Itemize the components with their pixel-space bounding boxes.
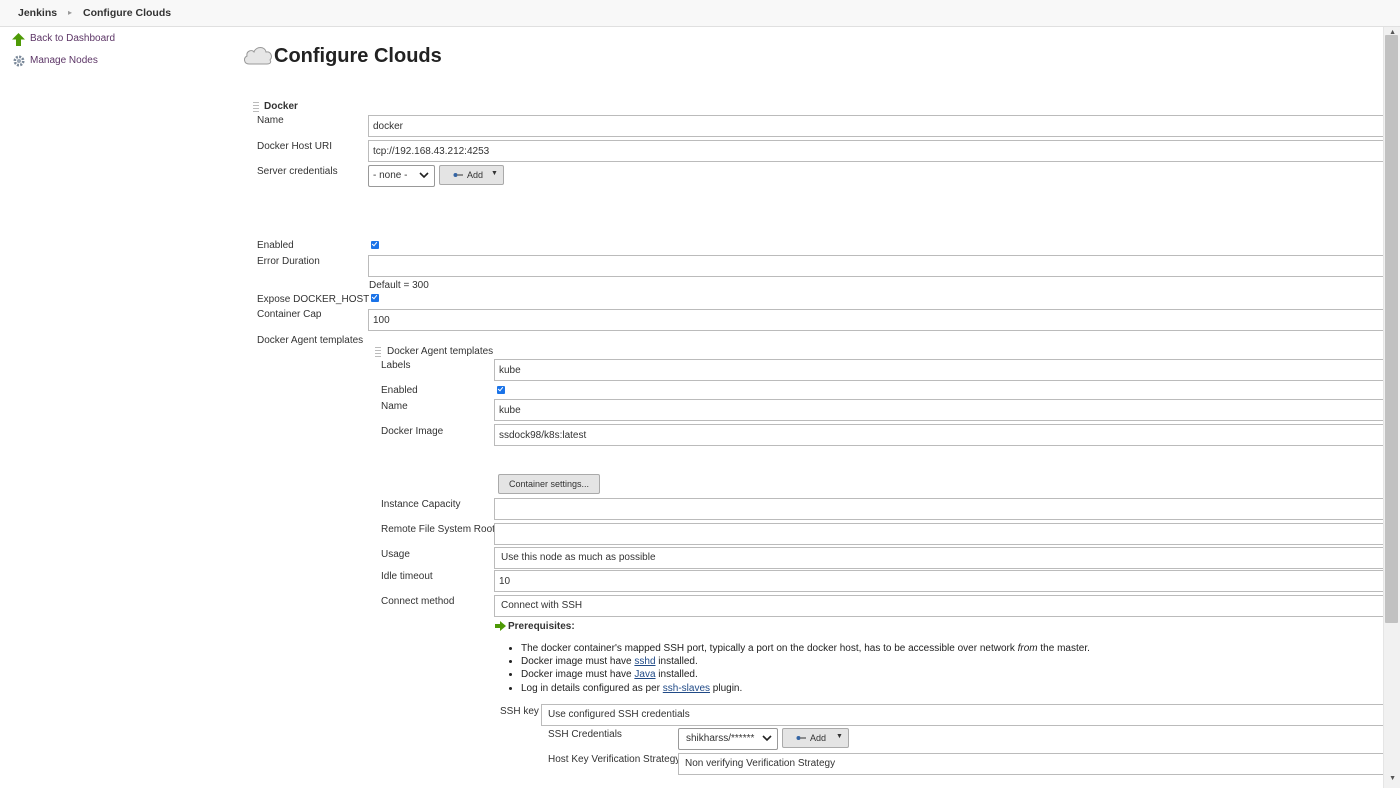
- connect-method-value: Connect with SSH: [501, 600, 583, 611]
- cloud-icon: [244, 47, 272, 65]
- prerequisites-list: The docker container's mapped SSH port, …: [495, 642, 1090, 695]
- template-enabled-checkbox[interactable]: [497, 386, 505, 394]
- error-duration-label: Error Duration: [257, 256, 320, 267]
- ssh-credentials-label: SSH Credentials: [548, 729, 622, 740]
- arrow-right-icon: [495, 621, 506, 631]
- enabled-label: Enabled: [257, 240, 294, 251]
- connect-method-label: Connect method: [381, 596, 455, 607]
- docker-name-input[interactable]: [368, 115, 1384, 137]
- caret-down-icon: ▼: [491, 170, 498, 177]
- ssh-key-value: Use configured SSH credentials: [548, 709, 690, 720]
- list-item: The docker container's mapped SSH port, …: [521, 642, 1090, 655]
- docker-image-input[interactable]: [494, 424, 1384, 446]
- template-name-label: Name: [381, 401, 408, 412]
- idle-timeout-label: Idle timeout: [381, 571, 433, 582]
- scroll-down-icon[interactable]: ▼: [1389, 775, 1396, 782]
- docker-host-uri-input[interactable]: [368, 140, 1384, 162]
- caret-down-icon: ▼: [836, 733, 843, 740]
- server-credentials-label: Server credentials: [257, 166, 338, 177]
- container-cap-label: Container Cap: [257, 309, 322, 320]
- host-key-strategy-label: Host Key Verification Strategy: [548, 754, 681, 765]
- ssh-credentials-value: shikharss/******: [686, 733, 755, 744]
- sshd-link[interactable]: sshd: [634, 656, 655, 667]
- remote-fs-root-label: Remote File System Root: [381, 524, 495, 535]
- sidebar-item-back-to-dashboard[interactable]: Back to Dashboard: [30, 33, 115, 44]
- chevron-down-icon: [419, 172, 429, 179]
- docker-host-uri-label: Docker Host URI: [257, 141, 333, 152]
- add-label: Add: [467, 170, 484, 180]
- container-cap-input[interactable]: [368, 309, 1384, 331]
- drag-handle[interactable]: [253, 102, 259, 113]
- list-item: Log in details configured as per ssh-sla…: [521, 682, 1090, 695]
- server-credentials-select[interactable]: - none -: [368, 165, 435, 187]
- add-server-credentials-button[interactable]: Add ▼: [439, 165, 504, 185]
- up-arrow-icon[interactable]: [12, 33, 25, 46]
- remote-fs-root-input[interactable]: [494, 523, 1384, 545]
- sidebar-item-manage-nodes[interactable]: Manage Nodes: [30, 55, 98, 66]
- name-label: Name: [257, 115, 284, 126]
- breadcrumb: Jenkins ▸ Configure Clouds: [0, 0, 1400, 27]
- add-ssh-credentials-button[interactable]: Add ▼: [782, 728, 849, 748]
- host-key-strategy-value: Non verifying Verification Strategy: [685, 758, 836, 769]
- ssh-credentials-select[interactable]: shikharss/******: [678, 728, 778, 750]
- error-duration-default: Default = 300: [369, 280, 429, 291]
- prerequisites-title: Prerequisites:: [508, 621, 575, 632]
- java-link[interactable]: Java: [634, 669, 655, 680]
- list-item: Docker image must have Java installed.: [521, 668, 1090, 681]
- idle-timeout-input[interactable]: [494, 570, 1384, 592]
- key-icon: [796, 736, 806, 740]
- docker-agent-templates-label: Docker Agent templates: [257, 335, 364, 346]
- connect-method-select[interactable]: Connect with SSH: [494, 595, 1384, 617]
- server-credentials-value: - none -: [373, 170, 408, 181]
- scroll-up-icon[interactable]: ▲: [1389, 29, 1396, 36]
- container-settings-button[interactable]: Container settings...: [498, 474, 600, 494]
- ssh-key-select[interactable]: Use configured SSH credentials: [541, 704, 1384, 726]
- template-enabled-label: Enabled: [381, 385, 418, 396]
- labels-input[interactable]: [494, 359, 1384, 381]
- host-key-strategy-select[interactable]: Non verifying Verification Strategy: [678, 753, 1384, 775]
- key-icon: [453, 173, 463, 177]
- chevron-down-icon: [762, 735, 772, 742]
- gear-icon[interactable]: [12, 54, 26, 68]
- template-name-input[interactable]: [494, 399, 1384, 421]
- breadcrumb-jenkins[interactable]: Jenkins: [18, 7, 57, 19]
- usage-value: Use this node as much as possible: [501, 552, 656, 563]
- template-drag-handle[interactable]: [375, 347, 381, 358]
- template-section-title: Docker Agent templates: [387, 346, 494, 357]
- docker-image-label: Docker Image: [381, 426, 444, 437]
- docker-section-title: Docker: [264, 101, 298, 112]
- list-item: Docker image must have sshd installed.: [521, 655, 1090, 668]
- scrollbar-thumb[interactable]: [1385, 35, 1398, 623]
- usage-label: Usage: [381, 549, 410, 560]
- ssh-slaves-link[interactable]: ssh-slaves: [663, 683, 710, 694]
- ssh-key-label: SSH key: [500, 706, 539, 717]
- breadcrumb-configure-clouds[interactable]: Configure Clouds: [83, 7, 171, 19]
- usage-select[interactable]: Use this node as much as possible: [494, 547, 1384, 569]
- expose-docker-host-label: Expose DOCKER_HOST: [257, 294, 370, 305]
- expose-docker-host-checkbox[interactable]: [371, 294, 379, 302]
- instance-capacity-label: Instance Capacity: [381, 499, 461, 510]
- enabled-checkbox[interactable]: [371, 241, 379, 249]
- chevron-right-icon: ▸: [68, 8, 73, 17]
- error-duration-input[interactable]: [368, 255, 1384, 277]
- instance-capacity-input[interactable]: [494, 498, 1384, 520]
- page-title: Configure Clouds: [274, 45, 442, 67]
- labels-label: Labels: [381, 360, 411, 371]
- add-label: Add: [810, 733, 827, 743]
